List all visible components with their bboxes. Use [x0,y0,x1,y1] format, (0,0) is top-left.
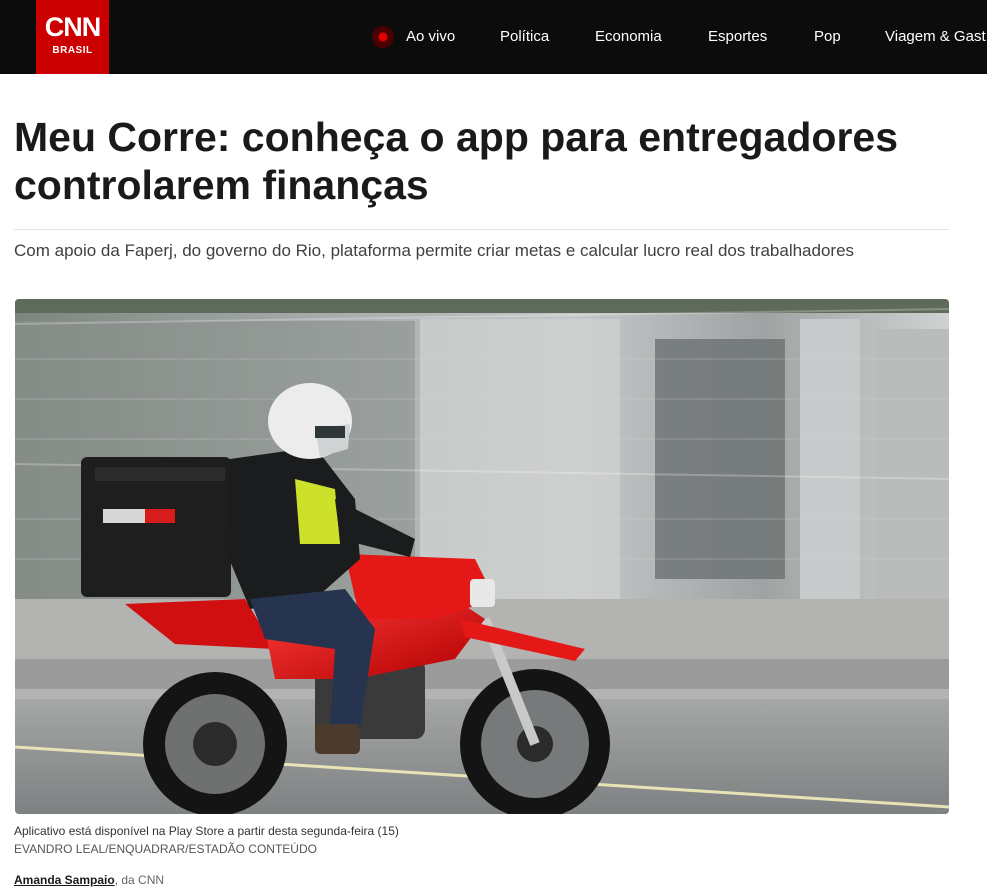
nav-item-economia[interactable]: Economia [595,27,662,47]
top-navigation-bar: CNN BRASIL Ao vivo Política Economia Esp… [0,0,987,74]
author-link[interactable]: Amanda Sampaio [14,873,115,887]
image-credit: EVANDRO LEAL/ENQUADRAR/ESTADÃO CONTEÚDO [14,842,317,856]
main-nav: Ao vivo Política Economia Esportes Pop V… [0,0,987,74]
nav-item-esportes[interactable]: Esportes [708,27,767,47]
article-subtitle: Com apoio da Faperj, do governo do Rio, … [14,241,855,260]
article-headline: Meu Corre: conheça o app para entregador… [14,114,899,208]
image-caption: Aplicativo está disponível na Play Store… [14,824,399,838]
nav-item-politica[interactable]: Política [500,27,549,47]
live-indicator-icon [372,26,394,48]
motorcycle-courier-photo [15,299,949,814]
nav-item-pop[interactable]: Pop [814,27,841,47]
nav-item-ao-vivo[interactable]: Ao vivo [406,27,455,47]
nav-item-viagem-gastronomia[interactable]: Viagem & Gast [885,27,986,47]
article-byline: Amanda Sampaio, da CNN [14,872,164,888]
headline-divider [14,229,949,230]
byline-suffix: , da CNN [114,873,165,887]
article-hero-image[interactable] [15,299,949,814]
